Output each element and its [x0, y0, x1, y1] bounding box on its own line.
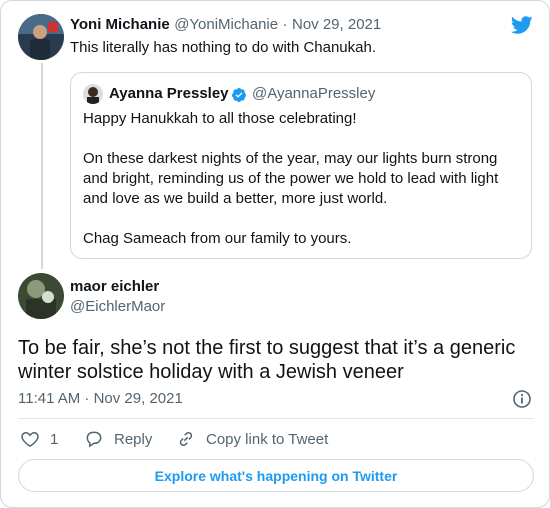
like-count: 1 — [50, 430, 59, 448]
main-author-handle[interactable]: @EichlerMaor — [70, 298, 165, 315]
tweet-timestamp[interactable]: 11:41 AM · Nov 29, 2021 — [18, 390, 183, 407]
avatar[interactable] — [18, 14, 64, 60]
twitter-bird-icon[interactable] — [509, 14, 535, 36]
heart-icon — [20, 429, 50, 449]
explore-label: Explore what's happening on Twitter — [154, 467, 398, 484]
retweet-text: This literally has nothing to do with Ch… — [70, 39, 377, 56]
main-text-line1: To be fair, she’s not the first to sugge… — [18, 337, 516, 359]
like-button[interactable]: 1 — [20, 429, 58, 449]
quoted-avatar — [83, 84, 103, 104]
quoted-author-handle: @AyannaPressley — [252, 85, 376, 102]
separator: · — [282, 16, 288, 33]
tweet-date[interactable]: Nov 29, 2021 — [292, 16, 381, 33]
quoted-text-p2-line2: and bright, reminding us of the power we… — [83, 170, 499, 187]
thread-connector — [41, 63, 43, 269]
reply-button[interactable]: Reply — [84, 429, 152, 449]
tweet-embed-card: Yoni Michanie @YoniMichanie · Nov 29, 20… — [0, 0, 550, 508]
divider — [18, 418, 534, 419]
info-icon[interactable] — [512, 389, 532, 409]
copy-link-label: Copy link to Tweet — [206, 430, 329, 448]
quoted-text-line1: Happy Hanukkah to all those celebrating! — [83, 110, 357, 127]
quoted-text-p2-line1: On these darkest nights of the year, may… — [83, 150, 498, 167]
quoted-author-name: Ayanna Pressley — [109, 85, 229, 102]
author-handle[interactable]: @YoniMichanie — [174, 16, 278, 33]
quoted-text-p3: Chag Sameach from our family to yours. — [83, 230, 352, 247]
link-icon — [176, 429, 206, 449]
author-name[interactable]: Yoni Michanie — [70, 16, 170, 33]
retweet-header: Yoni Michanie @YoniMichanie · Nov 29, 20… — [70, 16, 381, 34]
quoted-text-p2-line3: and love as we build a better, more just… — [83, 190, 388, 207]
main-avatar[interactable] — [18, 273, 64, 319]
reply-label: Reply — [114, 430, 153, 448]
explore-button[interactable]: Explore what's happening on Twitter — [18, 459, 534, 492]
verified-badge-icon — [231, 87, 247, 103]
main-author-name[interactable]: maor eichler — [70, 278, 159, 295]
quoted-header: Ayanna Pressley — [109, 85, 229, 103]
main-text-line2: winter solstice holiday with a Jewish ve… — [18, 361, 404, 383]
reply-icon — [84, 429, 114, 449]
copy-link-button[interactable]: Copy link to Tweet — [176, 429, 328, 449]
quoted-tweet[interactable]: Ayanna Pressley @AyannaPressley Happy Ha… — [70, 72, 532, 259]
